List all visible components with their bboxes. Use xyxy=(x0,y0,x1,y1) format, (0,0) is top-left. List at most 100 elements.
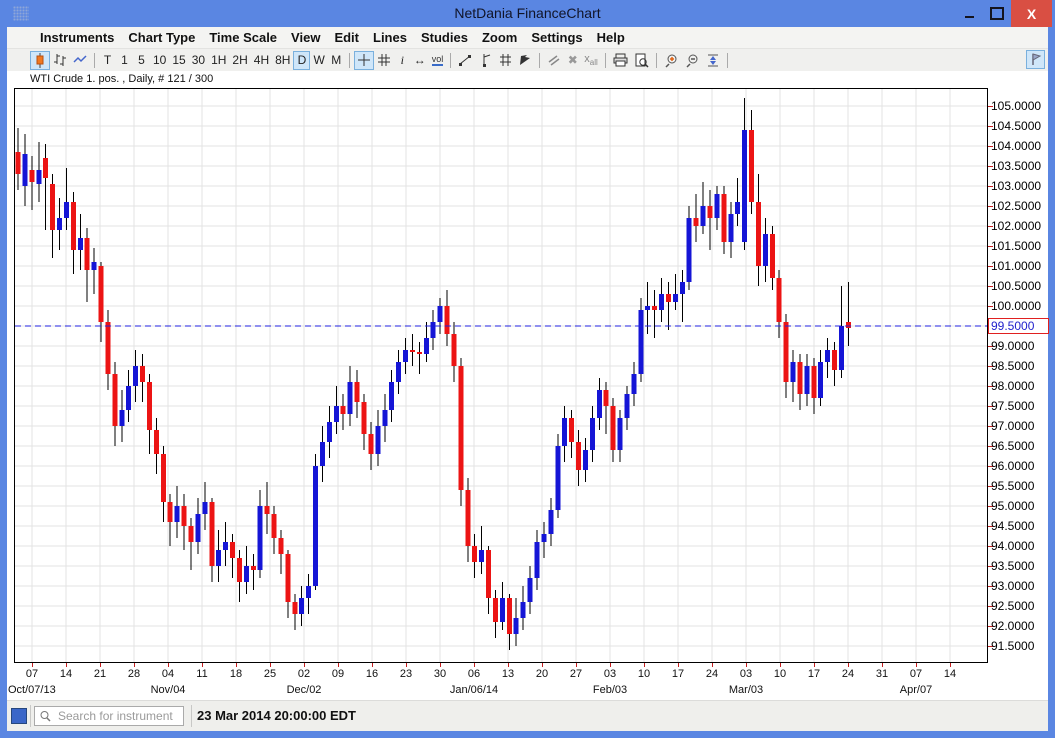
grid-toggle-button[interactable] xyxy=(374,51,394,70)
week-label: 24 xyxy=(833,668,863,680)
print-button[interactable] xyxy=(610,51,631,70)
time-axis-tick xyxy=(576,663,577,667)
print-icon xyxy=(613,53,628,67)
timeframe-monthly-button[interactable]: M xyxy=(328,51,345,70)
time-axis-tick xyxy=(474,663,475,667)
timeframe-8h-button[interactable]: 8H xyxy=(272,51,293,70)
trend-line-button[interactable] xyxy=(455,51,475,70)
menu-help[interactable]: Help xyxy=(590,30,632,45)
channel-tool-button[interactable] xyxy=(495,51,515,70)
parallel-lines-button[interactable] xyxy=(544,51,564,70)
menu-bar: Instruments Chart Type Time Scale View E… xyxy=(7,27,1048,49)
candle xyxy=(576,442,581,470)
candlestick-chart[interactable] xyxy=(14,88,988,663)
time-axis-tick xyxy=(508,663,509,667)
week-label: 27 xyxy=(561,668,591,680)
timeframe-5m-button[interactable]: 5 xyxy=(133,51,150,70)
timeframe-10m-button[interactable]: 10 xyxy=(150,51,169,70)
timeframe-15m-button[interactable]: 15 xyxy=(169,51,188,70)
menu-settings[interactable]: Settings xyxy=(524,30,589,45)
timeframe-4h-button[interactable]: 4H xyxy=(251,51,272,70)
title-bar: NetDania FinanceChart X xyxy=(0,0,1055,27)
menu-view[interactable]: View xyxy=(284,30,327,45)
time-axis-tick xyxy=(338,663,339,667)
line-chart-button[interactable] xyxy=(70,51,90,70)
candle xyxy=(396,362,401,382)
price-axis-label: 102.5000 xyxy=(991,199,1041,213)
menu-edit[interactable]: Edit xyxy=(327,30,366,45)
time-axis-tick xyxy=(678,663,679,667)
toolbar-separator xyxy=(605,53,606,68)
arrow-icon xyxy=(518,53,532,67)
delete-all-lines-button[interactable]: xall xyxy=(581,51,601,70)
maximize-button[interactable] xyxy=(983,0,1011,27)
workspace-button[interactable] xyxy=(11,708,27,724)
vertical-line-button[interactable] xyxy=(475,51,495,70)
fit-vertical-button[interactable] xyxy=(703,51,723,70)
menu-instruments[interactable]: Instruments xyxy=(33,30,121,45)
month-label: Feb/03 xyxy=(593,684,627,696)
candle xyxy=(562,418,567,446)
price-axis-label: 105.0000 xyxy=(991,99,1041,113)
ohlc-bars-button[interactable] xyxy=(50,51,70,70)
timeframe-2h-button[interactable]: 2H xyxy=(229,51,250,70)
candle xyxy=(22,154,27,186)
time-axis-tick xyxy=(644,663,645,667)
candle xyxy=(493,598,498,622)
delete-line-button[interactable]: ✖ xyxy=(564,51,581,70)
timeframe-weekly-button[interactable]: W xyxy=(310,51,327,70)
timeframe-30m-button[interactable]: 30 xyxy=(189,51,208,70)
candle xyxy=(514,618,519,634)
info-button[interactable]: i xyxy=(394,51,411,70)
zoom-out-button[interactable] xyxy=(682,51,703,70)
candle xyxy=(265,506,270,514)
candle xyxy=(659,294,664,310)
candle xyxy=(140,366,145,382)
trend-line-icon xyxy=(458,53,472,67)
expand-horizontal-button[interactable]: ↔ xyxy=(411,51,429,70)
timeframe-daily-button[interactable]: D xyxy=(293,51,310,70)
candle xyxy=(583,450,588,470)
candle xyxy=(216,550,221,566)
arrow-tool-button[interactable] xyxy=(515,51,535,70)
pin-panel-button[interactable] xyxy=(1026,50,1045,69)
timeframe-1m-button[interactable]: 1 xyxy=(116,51,133,70)
price-axis-label: 101.5000 xyxy=(991,239,1041,253)
candle xyxy=(299,598,304,614)
price-axis-label: 104.0000 xyxy=(991,139,1041,153)
minimize-button[interactable] xyxy=(955,0,983,27)
time-axis-tick xyxy=(848,663,849,667)
fit-vertical-icon xyxy=(706,53,720,68)
menu-studies[interactable]: Studies xyxy=(414,30,475,45)
candle xyxy=(507,598,512,634)
time-axis-tick xyxy=(712,663,713,667)
time-axis-tick xyxy=(236,663,237,667)
candle xyxy=(417,352,422,354)
price-axis-label: 97.5000 xyxy=(991,399,1034,413)
candle xyxy=(85,238,90,270)
menu-lines[interactable]: Lines xyxy=(366,30,414,45)
menu-chart-type[interactable]: Chart Type xyxy=(121,30,202,45)
candlestick-chart-button[interactable] xyxy=(30,51,50,70)
month-label: Jan/06/14 xyxy=(450,684,498,696)
week-label: 02 xyxy=(289,668,319,680)
line-chart-icon xyxy=(73,53,87,67)
timeframe-1h-button[interactable]: 1H xyxy=(208,51,229,70)
time-axis-tick xyxy=(610,663,611,667)
timeframe-tick-button[interactable]: T xyxy=(99,51,116,70)
volume-button[interactable]: vol xyxy=(429,51,447,70)
menu-zoom[interactable]: Zoom xyxy=(475,30,524,45)
close-button[interactable]: X xyxy=(1011,0,1052,27)
crosshair-button[interactable] xyxy=(354,51,374,70)
menu-time-scale[interactable]: Time Scale xyxy=(202,30,284,45)
week-label: 11 xyxy=(187,668,217,680)
print-preview-button[interactable] xyxy=(631,51,652,70)
time-axis-tick xyxy=(950,663,951,667)
candle xyxy=(541,534,546,542)
week-label: 17 xyxy=(799,668,829,680)
week-label: 17 xyxy=(663,668,693,680)
candle xyxy=(375,426,380,454)
candle xyxy=(500,598,505,622)
zoom-in-button[interactable] xyxy=(661,51,682,70)
search-input[interactable] xyxy=(56,708,176,724)
